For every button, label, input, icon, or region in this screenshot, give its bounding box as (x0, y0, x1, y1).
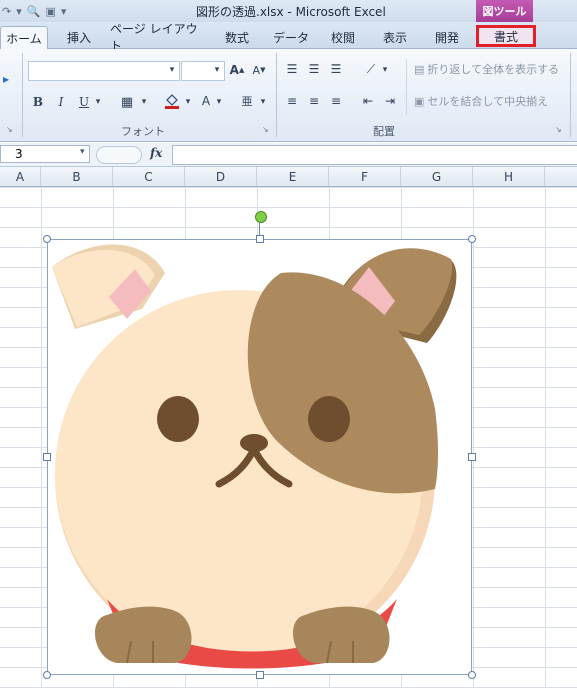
font-dialog-icon[interactable]: ↘ (262, 125, 269, 134)
phonetic-icon[interactable]: 亜 (238, 91, 256, 111)
separator (406, 59, 407, 115)
column-header[interactable]: H (473, 167, 545, 186)
bold-icon[interactable]: B (30, 93, 46, 111)
formula-splitter[interactable] (96, 146, 142, 164)
name-box-value: 3 (15, 147, 23, 161)
rotation-handle[interactable] (255, 211, 267, 223)
font-color-dropdown-icon[interactable]: ▾ (214, 95, 224, 109)
camera-icon[interactable]: ▣ (45, 5, 55, 18)
clipboard-dialog-icon[interactable]: ↘ (6, 125, 13, 134)
merge-center-label: セルを結合して中央揃え (427, 95, 549, 108)
wrap-text-label: 折り返して全体を表示する (427, 63, 560, 76)
formula-input[interactable] (172, 145, 577, 165)
ribbon: ▸ ↘ ▾ ▾ A ▲ A ▼ B I U ▾ ▦ ▾ ▾ A ▾ 亜 ▾ フォント… (0, 49, 577, 142)
column-header[interactable]: A (0, 167, 41, 186)
selection-frame (47, 239, 472, 675)
wrap-text-icon: ▤ (414, 62, 425, 76)
align-left-icon[interactable]: ≡ (284, 93, 300, 109)
formula-bar: 3 ▾ fx (0, 143, 577, 167)
resize-handle-top-left[interactable] (43, 235, 51, 243)
font-group-label: フォント (121, 125, 165, 138)
tab-formulas[interactable]: 数式 (214, 26, 260, 48)
align-right-icon[interactable]: ≡ (328, 93, 344, 109)
fill-color-dropdown-icon[interactable]: ▾ (183, 95, 193, 109)
orientation-dropdown-icon[interactable]: ▾ (380, 63, 390, 77)
picture-tools-header: 図ツール (476, 0, 533, 22)
dropdown-icon[interactable]: ▾ (16, 5, 22, 18)
grid-line (41, 187, 42, 688)
window-title: 図形の透過.xlsx - Microsoft Excel (196, 5, 386, 19)
underline-icon[interactable]: U (76, 93, 92, 111)
group-separator (22, 53, 23, 137)
underline-dropdown-icon[interactable]: ▾ (93, 95, 103, 109)
name-box[interactable]: 3 (0, 145, 90, 163)
align-bottom-icon[interactable]: ☰ (328, 61, 344, 77)
align-middle-icon[interactable]: ☰ (306, 61, 322, 77)
resize-handle-bottom[interactable] (256, 671, 264, 679)
column-header[interactable]: C (113, 167, 185, 186)
italic-icon[interactable]: I (53, 93, 69, 111)
resize-handle-top-right[interactable] (468, 235, 476, 243)
tab-developer[interactable]: 開発 (424, 26, 470, 48)
paste-icon[interactable]: ▸ (0, 71, 12, 87)
customize-qat-icon[interactable]: ▾ (61, 5, 67, 18)
paint-bucket-icon (165, 94, 179, 109)
alignment-group-label: 配置 (373, 125, 395, 138)
orientation-icon[interactable]: ⟋ (362, 61, 380, 77)
phonetic-dropdown-icon[interactable]: ▾ (258, 95, 268, 109)
font-size-dropdown-icon[interactable]: ▾ (211, 63, 223, 77)
tab-review[interactable]: 校閲 (320, 26, 366, 48)
resize-handle-bottom-right[interactable] (468, 671, 476, 679)
redo-icon[interactable]: ↷ (2, 5, 11, 18)
insert-function-icon[interactable]: fx (150, 146, 162, 160)
tab-page-layout[interactable]: ページ レイアウト (110, 22, 206, 53)
grid-line (473, 187, 474, 688)
resize-handle-bottom-left[interactable] (43, 671, 51, 679)
column-headers: A B C D E F G H (0, 167, 577, 187)
group-separator (570, 53, 571, 137)
column-header[interactable]: D (185, 167, 257, 186)
name-box-dropdown-icon[interactable]: ▾ (80, 147, 85, 157)
merge-center-button[interactable]: ▣ セルを結合して中央揃え (414, 92, 574, 110)
grow-font-icon[interactable]: A ▲ (228, 61, 246, 79)
shrink-font-icon[interactable]: A ▼ (250, 61, 268, 79)
quick-access-toolbar: ↷ ▾ 🔍 ▣ ▾ (2, 3, 66, 19)
tab-insert[interactable]: 挿入 (56, 26, 102, 48)
grid-line (545, 187, 546, 688)
alignment-dialog-icon[interactable]: ↘ (555, 125, 562, 134)
resize-handle-right[interactable] (468, 453, 476, 461)
tab-home[interactable]: ホーム (0, 26, 48, 49)
column-header[interactable]: B (41, 167, 113, 186)
wrap-text-button[interactable]: ▤ 折り返して全体を表示する (414, 60, 574, 78)
font-color-icon[interactable]: A (198, 91, 214, 111)
borders-icon[interactable]: ▦ (118, 93, 136, 111)
borders-dropdown-icon[interactable]: ▾ (139, 95, 149, 109)
tab-view[interactable]: 表示 (372, 26, 418, 48)
tab-data[interactable]: データ (268, 26, 314, 48)
increase-indent-icon[interactable]: ⇥ (382, 93, 398, 109)
align-top-icon[interactable]: ☰ (284, 61, 300, 77)
resize-handle-left[interactable] (43, 453, 51, 461)
column-header[interactable]: G (401, 167, 473, 186)
resize-handle-top[interactable] (256, 235, 264, 243)
merge-center-icon: ▣ (414, 94, 425, 108)
group-separator (276, 53, 277, 137)
font-name-dropdown-icon[interactable]: ▾ (166, 63, 178, 77)
decrease-indent-icon[interactable]: ⇤ (360, 93, 376, 109)
column-header[interactable]: E (257, 167, 329, 186)
print-preview-icon[interactable]: 🔍 (27, 5, 41, 18)
fill-color-icon[interactable] (162, 91, 182, 111)
tab-format[interactable]: 書式 (476, 25, 536, 47)
column-header[interactable]: F (329, 167, 401, 186)
align-center-icon[interactable]: ≡ (306, 93, 322, 109)
font-name-input[interactable] (28, 61, 180, 81)
